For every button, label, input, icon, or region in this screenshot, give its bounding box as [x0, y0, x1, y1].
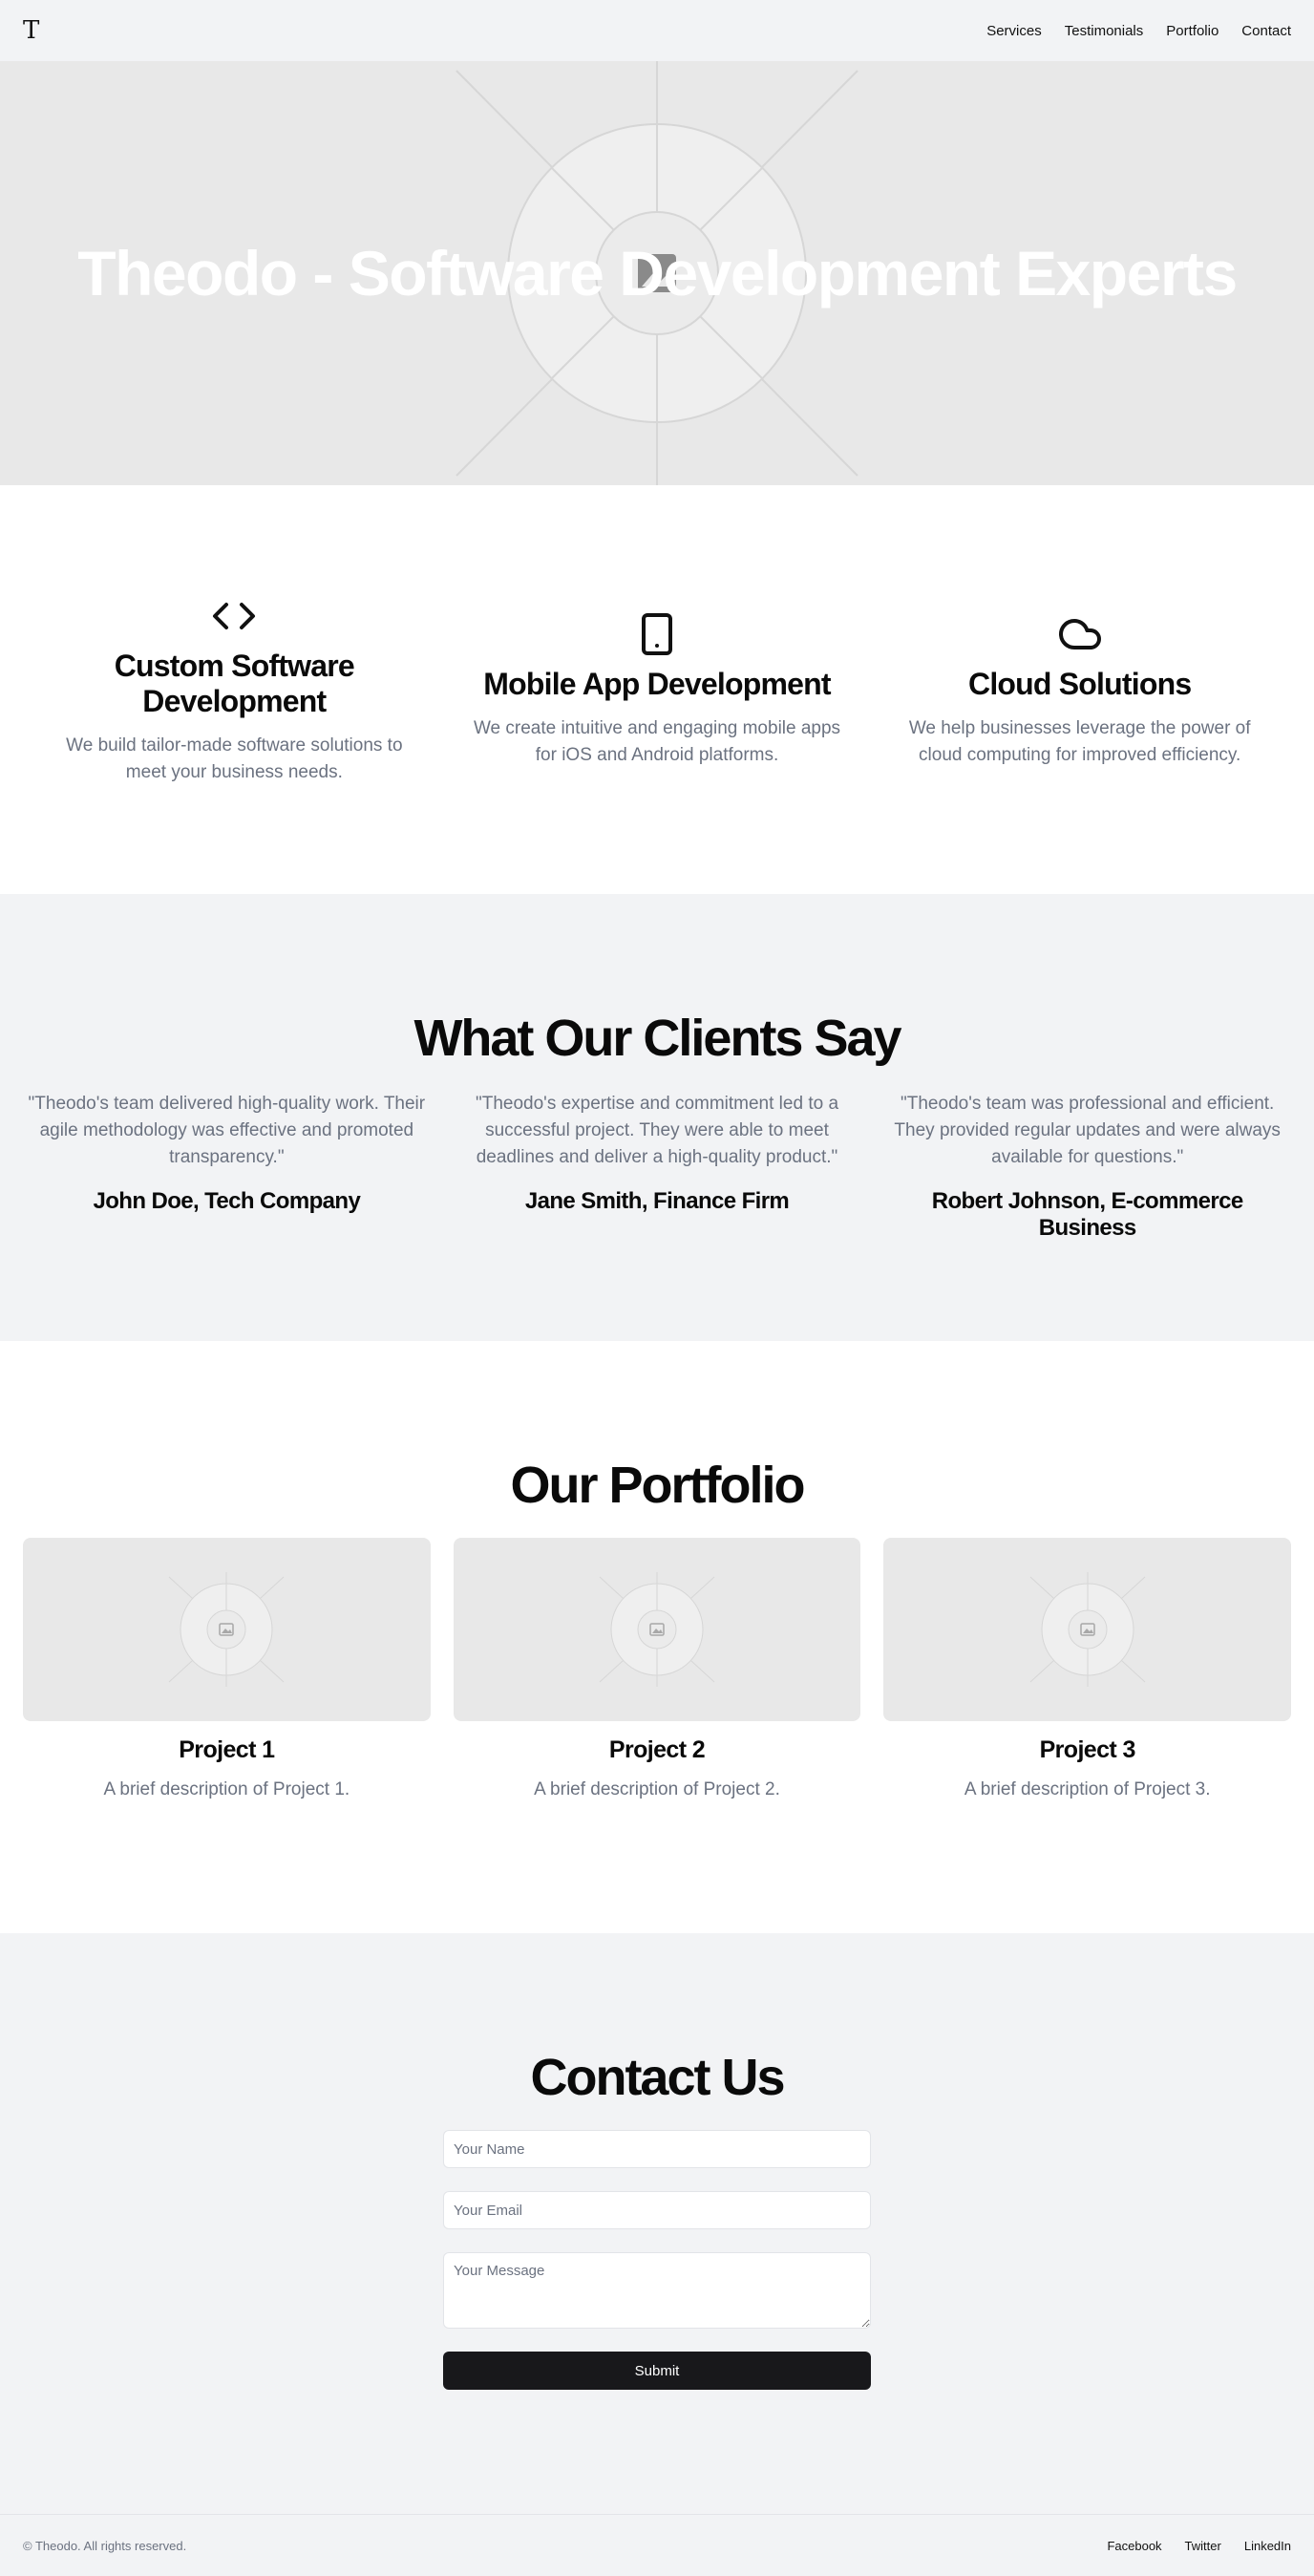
contact-title: Contact Us	[530, 2049, 785, 2106]
contact-form: Submit	[443, 2130, 871, 2390]
hero-title: Theodo - Software Development Experts	[77, 238, 1238, 309]
service-title: Custom Software Development	[114, 649, 355, 718]
nav-link-services[interactable]: Services	[986, 23, 1042, 39]
testimonial-quote: "Theodo's expertise and commitment led t…	[476, 1094, 839, 1167]
copyright-text: © Theodo. All rights reserved.	[23, 2538, 187, 2553]
service-card: Mobile App Development We create intuiti…	[446, 611, 869, 769]
nav-link-portfolio[interactable]: Portfolio	[1166, 23, 1219, 39]
footer-nav: Facebook Twitter LinkedIn	[1107, 2539, 1291, 2553]
footer-link-linkedin[interactable]: LinkedIn	[1244, 2539, 1291, 2553]
image-placeholder-icon	[599, 1572, 715, 1687]
portfolio-section: Our Portfolio Project 1 A brief descript…	[0, 1341, 1314, 1933]
portfolio-title: Our Portfolio	[510, 1457, 806, 1514]
site-footer: © Theodo. All rights reserved. Facebook …	[0, 2514, 1314, 2576]
testimonial-quote: "Theodo's team was professional and effi…	[894, 1094, 1281, 1167]
testimonial-author: Robert Johnson, E-commerce Business	[931, 1188, 1243, 1241]
footer-link-twitter[interactable]: Twitter	[1185, 2539, 1221, 2553]
cloud-icon	[872, 611, 1287, 657]
site-header: T Services Testimonials Portfolio Contac…	[0, 0, 1314, 61]
submit-button[interactable]: Submit	[443, 2352, 871, 2390]
service-title: Mobile App Development	[483, 666, 831, 701]
portfolio-card: Project 1 A brief description of Project…	[23, 1538, 431, 1800]
code-icon	[27, 593, 442, 639]
testimonial-author: John Doe, Tech Company	[93, 1188, 361, 1214]
contact-section: Contact Us Submit	[0, 1933, 1314, 2514]
testimonial-quote: "Theodo's team delivered high-quality wo…	[28, 1094, 426, 1167]
project-title[interactable]: Project 1	[23, 1736, 431, 1764]
project-image[interactable]	[883, 1538, 1292, 1721]
nav-link-testimonials[interactable]: Testimonials	[1065, 23, 1144, 39]
service-description: We build tailor-made software solutions …	[66, 735, 403, 782]
service-description: We help businesses leverage the power of…	[908, 717, 1251, 765]
testimonials-title: What Our Clients Say	[413, 1010, 901, 1067]
project-title[interactable]: Project 2	[454, 1736, 861, 1764]
project-title[interactable]: Project 3	[883, 1736, 1291, 1764]
portfolio-grid: Project 1 A brief description of Project…	[23, 1538, 1292, 1800]
message-textarea[interactable]	[443, 2252, 871, 2329]
nav-link-contact[interactable]: Contact	[1241, 23, 1291, 39]
footer-link-facebook[interactable]: Facebook	[1107, 2539, 1161, 2553]
testimonials-section: What Our Clients Say "Theodo's team deli…	[0, 894, 1314, 1341]
hero-section: Theodo - Software Development Experts	[0, 61, 1314, 485]
main-nav: Services Testimonials Portfolio Contact	[986, 23, 1291, 39]
name-input[interactable]	[443, 2130, 871, 2168]
service-card: Custom Software Development We build tai…	[23, 593, 446, 786]
service-title: Cloud Solutions	[968, 666, 1192, 701]
testimonial-card: "Theodo's expertise and commitment led t…	[454, 1091, 861, 1242]
email-input[interactable]	[443, 2191, 871, 2229]
testimonials-grid: "Theodo's team delivered high-quality wo…	[23, 1091, 1291, 1242]
smartphone-icon	[450, 611, 865, 657]
portfolio-card: Project 3 A brief description of Project…	[883, 1538, 1292, 1800]
service-card: Cloud Solutions We help businesses lever…	[868, 611, 1291, 769]
service-description: We create intuitive and engaging mobile …	[473, 717, 841, 765]
project-image[interactable]	[453, 1538, 861, 1721]
project-description: A brief description of Project 1.	[103, 1779, 350, 1799]
testimonial-author: Jane Smith, Finance Firm	[524, 1188, 790, 1214]
testimonial-card: "Theodo's team was professional and effi…	[883, 1091, 1291, 1242]
project-image[interactable]	[23, 1538, 431, 1721]
image-placeholder-icon	[1029, 1572, 1146, 1687]
project-description: A brief description of Project 2.	[534, 1779, 780, 1799]
services-section: Custom Software Development We build tai…	[0, 485, 1314, 894]
testimonial-card: "Theodo's team delivered high-quality wo…	[23, 1091, 431, 1242]
image-placeholder-icon	[168, 1572, 285, 1687]
project-description: A brief description of Project 3.	[964, 1779, 1211, 1799]
portfolio-card: Project 2 A brief description of Project…	[453, 1538, 861, 1800]
logo[interactable]: T	[23, 16, 39, 45]
